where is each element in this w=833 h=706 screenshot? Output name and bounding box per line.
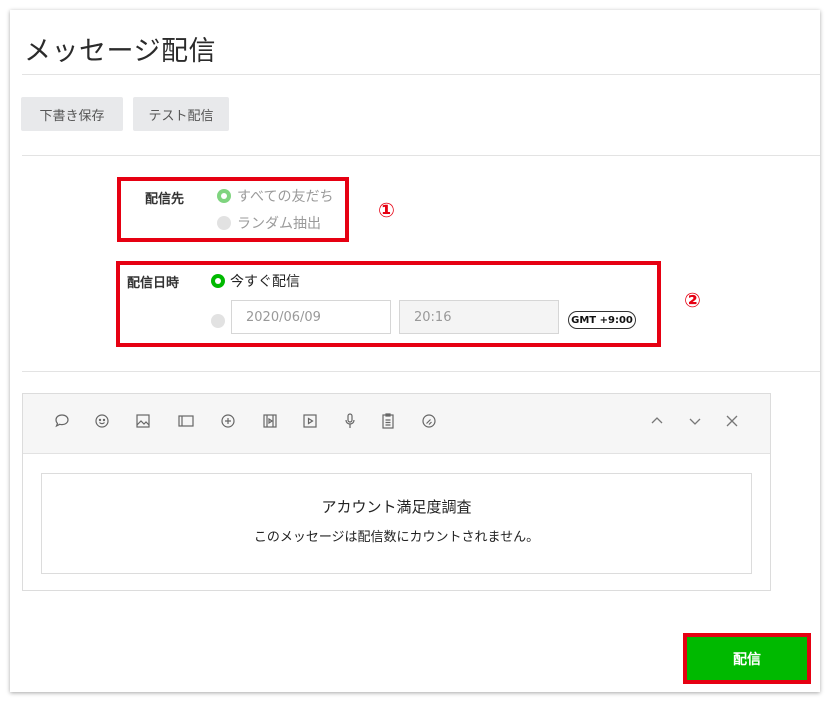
radio-all-friends[interactable] xyxy=(217,189,231,203)
annotation-marker-2: ② xyxy=(684,288,701,312)
chevron-down-icon[interactable] xyxy=(684,410,706,432)
radio-send-now[interactable] xyxy=(211,274,225,288)
test-send-button[interactable]: テスト配信 xyxy=(133,97,229,131)
video-icon[interactable] xyxy=(259,410,281,432)
radio-random[interactable] xyxy=(217,216,231,230)
option-all-friends[interactable]: すべての友だち xyxy=(237,186,333,206)
divider xyxy=(22,371,820,372)
timezone-badge: GMT +9:00 xyxy=(568,311,636,329)
page-title: メッセージ配信 xyxy=(24,36,216,67)
sticker-icon[interactable] xyxy=(418,410,440,432)
image-icon[interactable] xyxy=(132,410,154,432)
message-preview: アカウント満足度調査 このメッセージは配信数にカウントされません。 xyxy=(41,473,752,574)
schedule-label: 配信日時 xyxy=(127,276,180,291)
message-editor: アカウント満足度調査 このメッセージは配信数にカウントされません。 xyxy=(22,393,771,591)
microphone-icon[interactable] xyxy=(339,410,361,432)
divider xyxy=(22,155,820,156)
speech-bubble-icon[interactable] xyxy=(51,410,73,432)
divider xyxy=(22,74,820,75)
message-delivery-panel: メッセージ配信 下書き保存 テスト配信 配信先 すべての友だち ランダム抽出 ①… xyxy=(10,10,820,692)
option-random[interactable]: ランダム抽出 xyxy=(237,213,321,233)
radio-scheduled[interactable] xyxy=(211,314,225,328)
message-note: このメッセージは配信数にカウントされません。 xyxy=(253,530,540,545)
annotation-marker-1: ① xyxy=(378,198,395,222)
time-field[interactable]: 20:16 xyxy=(399,300,559,334)
emoji-icon[interactable] xyxy=(91,410,113,432)
card-icon[interactable] xyxy=(175,410,197,432)
date-field[interactable]: 2020/06/09 xyxy=(231,300,391,334)
save-draft-button[interactable]: 下書き保存 xyxy=(21,97,123,131)
chevron-up-icon[interactable] xyxy=(646,410,668,432)
send-button[interactable]: 配信 xyxy=(683,633,811,684)
message-title: アカウント満足度調査 xyxy=(321,498,472,516)
close-icon[interactable] xyxy=(721,410,743,432)
editor-toolbar xyxy=(23,394,770,454)
rich-message-icon[interactable] xyxy=(217,410,239,432)
option-send-now[interactable]: 今すぐ配信 xyxy=(230,271,300,291)
recipients-label: 配信先 xyxy=(145,192,185,207)
play-icon[interactable] xyxy=(299,410,321,432)
survey-icon[interactable] xyxy=(377,410,399,432)
